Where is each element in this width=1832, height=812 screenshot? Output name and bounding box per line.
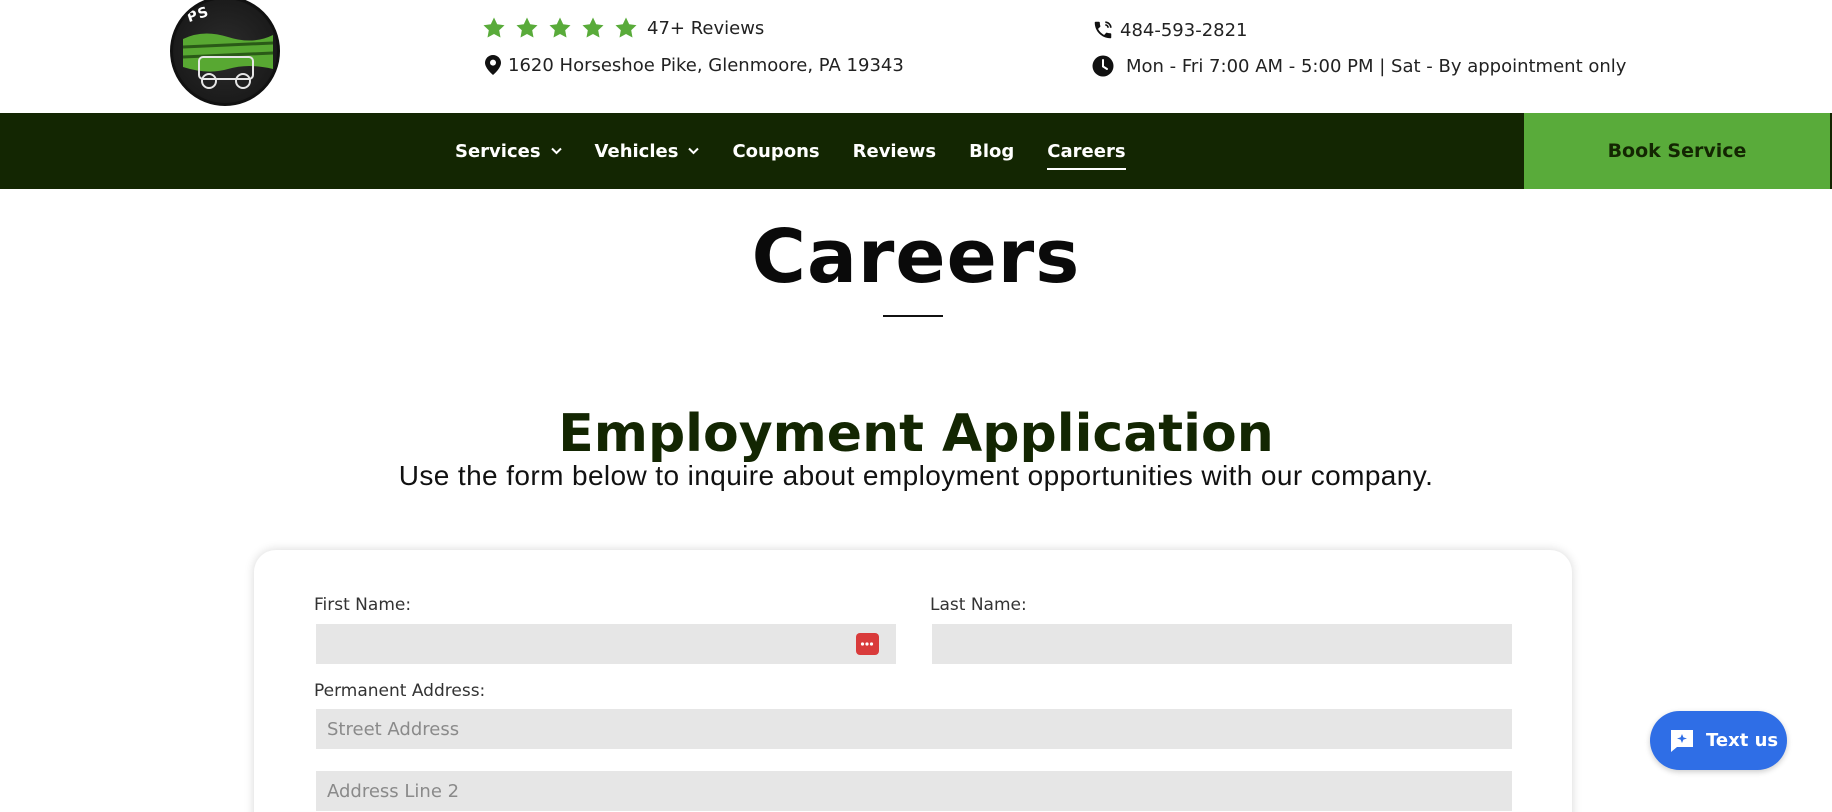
last-name-input[interactable] <box>932 624 1512 664</box>
text-us-button[interactable]: Text us <box>1650 711 1787 770</box>
nav-label: Vehicles <box>594 140 679 162</box>
section-subtitle: Use the form below to inquire about empl… <box>398 460 1434 491</box>
star-icon <box>483 17 505 38</box>
permanent-address-label: Permanent Address: <box>314 681 486 701</box>
nav-label: Reviews <box>852 140 937 162</box>
nav-item-careers[interactable]: Careers <box>1047 140 1126 170</box>
address-text: 1620 Horseshoe Pike, Glenmoore, PA 19343 <box>508 54 904 76</box>
nav-item-blog[interactable]: Blog <box>969 141 1014 162</box>
top-info-bar: PS 47+ Reviews 1620 Horseshoe Pike, Glen… <box>0 0 1832 113</box>
nav-item-services[interactable]: Services <box>455 141 562 162</box>
first-name-input[interactable] <box>316 624 896 664</box>
shop-address[interactable]: 1620 Horseshoe Pike, Glenmoore, PA 19343 <box>484 54 904 76</box>
business-hours: Mon - Fri 7:00 AM - 5:00 PM | Sat - By a… <box>1092 55 1626 77</box>
rating-stars[interactable]: 47+ Reviews <box>482 16 764 40</box>
clock-icon <box>1092 55 1114 77</box>
employment-form-card: First Name: Last Name: Permanent Address… <box>254 550 1572 812</box>
nav-item-coupons[interactable]: Coupons <box>732 141 819 162</box>
nav-item-vehicles[interactable]: Vehicles <box>595 141 700 162</box>
chevron-down-icon <box>688 147 700 155</box>
hours-text: Mon - Fri 7:00 AM - 5:00 PM | Sat - By a… <box>1126 55 1627 77</box>
star-icon <box>549 17 571 38</box>
nav-label: Blog <box>969 140 1015 162</box>
address-line-2-input[interactable] <box>316 771 1512 811</box>
nav-label: Services <box>455 140 541 162</box>
chat-bubble-icon <box>1671 729 1693 752</box>
company-logo[interactable]: PS <box>170 0 280 106</box>
title-divider <box>883 315 943 317</box>
page-title: Careers <box>751 214 1081 300</box>
phone-link[interactable]: 484-593-2821 <box>1092 19 1248 41</box>
chevron-down-icon <box>550 147 562 155</box>
book-service-button[interactable]: Book Service <box>1524 113 1830 189</box>
nav-item-reviews[interactable]: Reviews <box>853 141 937 162</box>
star-icon <box>615 17 637 38</box>
last-name-label: Last Name: <box>930 595 1027 615</box>
map-pin-icon <box>485 55 501 75</box>
phone-icon <box>1094 21 1112 39</box>
phone-number: 484-593-2821 <box>1120 19 1248 41</box>
dots-icon <box>860 642 874 646</box>
star-icon <box>516 17 538 38</box>
main-navigation: Services Vehicles Coupons Reviews Blog C… <box>0 113 1832 189</box>
star-icon <box>582 17 604 38</box>
nav-label: Coupons <box>732 140 820 162</box>
street-address-input[interactable] <box>316 709 1512 749</box>
nav-menu: Services Vehicles Coupons Reviews Blog C… <box>455 113 1159 189</box>
nav-label: Careers <box>1047 140 1126 162</box>
text-us-label: Text us <box>1706 730 1779 751</box>
reviews-count-link[interactable]: 47+ Reviews <box>647 18 764 39</box>
first-name-label: First Name: <box>314 595 412 615</box>
password-manager-icon[interactable] <box>856 633 879 655</box>
section-title: Employment Application <box>558 404 1274 464</box>
